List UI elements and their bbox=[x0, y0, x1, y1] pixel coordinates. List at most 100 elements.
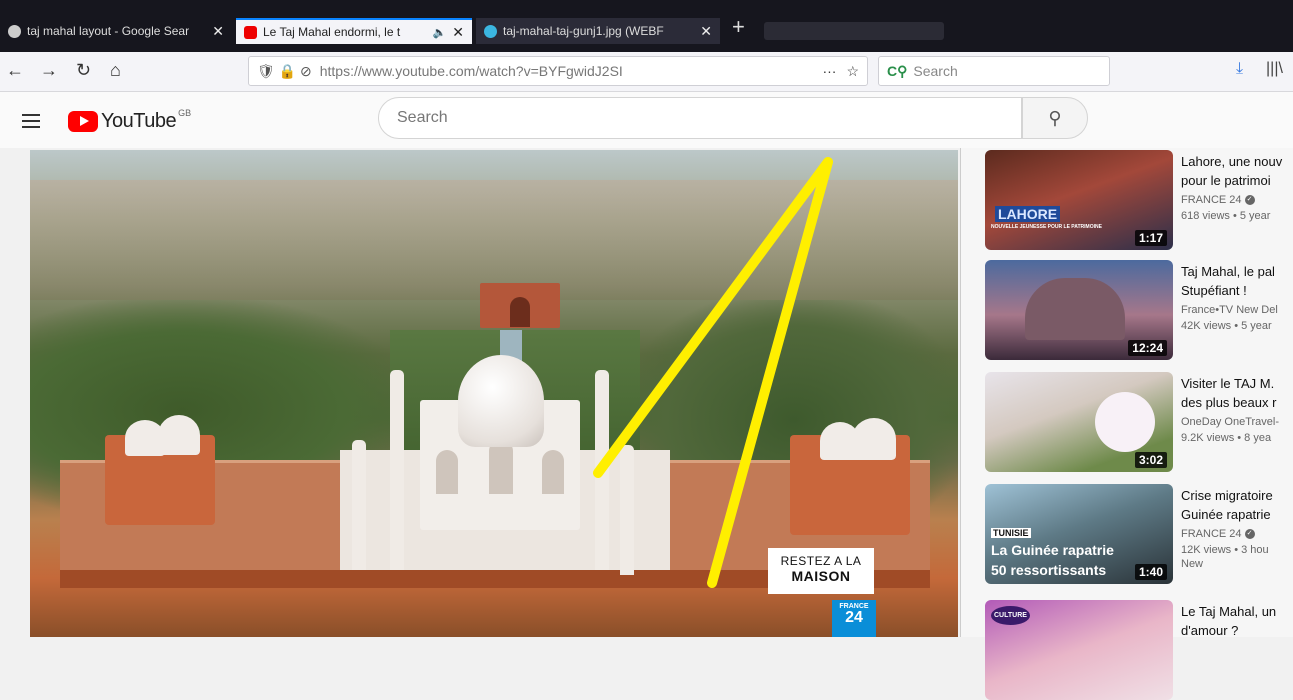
download-icon[interactable]: ⤓ bbox=[1236, 60, 1243, 78]
video-info: Taj Mahal, le pal Stupéfiant ! France•TV… bbox=[1181, 262, 1293, 332]
video-title[interactable]: Taj Mahal, le pal bbox=[1181, 262, 1293, 281]
url-bar[interactable]: 🛡 🔒 ⊘ https://www.youtube.com/watch?v=BY… bbox=[248, 56, 868, 86]
close-tab-icon[interactable]: ✕ bbox=[212, 23, 224, 40]
minaret bbox=[390, 370, 404, 570]
channel-name[interactable]: FRANCE 24 ✓ bbox=[1181, 194, 1293, 206]
thumbnail-title: La Guinée rapatrie bbox=[991, 542, 1114, 558]
tab-title: Le Taj Mahal endormi, le t bbox=[263, 25, 401, 39]
video-title-line2[interactable]: d'amour ? bbox=[1181, 621, 1293, 640]
back-icon[interactable]: ← bbox=[6, 60, 24, 81]
video-duration: 1:17 bbox=[1134, 230, 1167, 246]
taj-silhouette bbox=[1025, 278, 1125, 340]
video-duration: 12:24 bbox=[1128, 340, 1167, 356]
video-meta: 618 views • 5 year bbox=[1181, 210, 1271, 222]
video-duration: 1:40 bbox=[1134, 564, 1167, 580]
new-tab-button[interactable]: + bbox=[732, 14, 745, 40]
related-videos-sidebar: LAHORE NOUVELLE JEUNESSE POUR LE PATRIMO… bbox=[960, 148, 1293, 700]
video-thumbnail[interactable]: LAHORE NOUVELLE JEUNESSE POUR LE PATRIMO… bbox=[985, 150, 1173, 250]
related-video-card[interactable]: CULTURE Le Taj Mahal, un d'amour ? bbox=[985, 600, 1293, 700]
flower-shape bbox=[1095, 392, 1155, 452]
tab-youtube-active[interactable]: Le Taj Mahal endormi, le t 🔈 ✕ bbox=[236, 18, 472, 44]
channel-name[interactable]: France•TV New Del bbox=[1181, 304, 1293, 316]
library-icon[interactable]: |||\ bbox=[1266, 60, 1283, 78]
video-thumbnail[interactable]: TUNISIE La Guinée rapatrie 50 ressortiss… bbox=[985, 484, 1173, 584]
related-video-card[interactable]: 3:02 Visiter le TAJ M. des plus beaux r … bbox=[985, 372, 1293, 476]
verified-icon: ✓ bbox=[1244, 529, 1255, 540]
small-dome bbox=[852, 418, 896, 460]
search-icon: ⚲ bbox=[1048, 107, 1062, 128]
tab-title: taj-mahal-taj-gunj1.jpg (WEBF bbox=[503, 24, 664, 38]
close-tab-icon[interactable]: ✕ bbox=[452, 24, 464, 41]
youtube-search-input[interactable]: Search bbox=[378, 97, 1022, 139]
tab-image[interactable]: taj-mahal-taj-gunj1.jpg (WEBF ✕ bbox=[476, 18, 720, 44]
video-info: Lahore, une nouv pour le patrimoi FRANCE… bbox=[1181, 152, 1293, 222]
arch bbox=[489, 440, 513, 494]
video-info: Le Taj Mahal, un d'amour ? bbox=[1181, 602, 1293, 640]
related-video-card[interactable]: LAHORE NOUVELLE JEUNESSE POUR LE PATRIMO… bbox=[985, 150, 1293, 254]
tab-google-search[interactable]: taj mahal layout - Google Sear ✕ bbox=[0, 18, 232, 44]
url-text[interactable]: https://www.youtube.com/watch?v=BYFgwidJ… bbox=[320, 63, 813, 79]
video-thumbnail[interactable]: CULTURE bbox=[985, 600, 1173, 700]
bookmark-star-icon[interactable]: ☆ bbox=[846, 63, 859, 80]
video-title[interactable]: Crise migratoire bbox=[1181, 486, 1293, 505]
site-security-icon[interactable]: 🛡 🔒 ⊘ bbox=[257, 63, 312, 80]
browser-search-field[interactable]: C⚲ Search bbox=[878, 56, 1110, 86]
related-video-card[interactable]: 12:24 Taj Mahal, le pal Stupéfiant ! Fra… bbox=[985, 260, 1293, 364]
video-title[interactable]: Visiter le TAJ M. bbox=[1181, 374, 1293, 393]
video-title-line2[interactable]: Guinée rapatrie bbox=[1181, 505, 1293, 524]
country-code: GB bbox=[178, 107, 192, 118]
forward-icon[interactable]: → bbox=[40, 60, 58, 81]
france24-logo-number: 24 bbox=[845, 609, 863, 626]
youtube-play-icon bbox=[68, 111, 98, 132]
caption-line1: RESTEZ A LA bbox=[780, 554, 862, 568]
caption-line2: MAISON bbox=[791, 568, 851, 584]
video-title-line2[interactable]: pour le patrimoi bbox=[1181, 171, 1293, 190]
close-tab-icon[interactable]: ✕ bbox=[700, 23, 712, 40]
channel-name[interactable]: OneDay OneTravel- bbox=[1181, 416, 1293, 428]
speaker-icon[interactable]: 🔈 bbox=[433, 26, 447, 39]
video-title[interactable]: Lahore, une nouv bbox=[1181, 152, 1293, 171]
minaret bbox=[620, 445, 634, 575]
main-dome bbox=[458, 355, 544, 447]
city-background bbox=[30, 180, 958, 300]
video-meta: 9.2K views • 8 yea bbox=[1181, 432, 1272, 444]
minaret bbox=[595, 370, 609, 570]
stay-home-caption: RESTEZ A LA MAISON bbox=[768, 548, 874, 594]
video-title-line2[interactable]: Stupéfiant ! bbox=[1181, 281, 1293, 300]
france24-logo: FRANCE 24 bbox=[832, 600, 876, 637]
hamburger-menu-icon[interactable] bbox=[22, 114, 40, 128]
video-thumbnail[interactable]: 12:24 bbox=[985, 260, 1173, 360]
thumbnail-title: LAHORE bbox=[995, 206, 1061, 222]
tab-title: taj mahal layout - Google Sear bbox=[27, 24, 190, 38]
youtube-logo[interactable]: YouTube GB bbox=[68, 107, 192, 133]
image-favicon-icon bbox=[484, 24, 497, 38]
google-favicon-icon bbox=[8, 24, 21, 38]
verified-icon: ✓ bbox=[1244, 195, 1255, 206]
video-title-line2[interactable]: des plus beaux r bbox=[1181, 393, 1293, 412]
search-placeholder: Search bbox=[397, 109, 448, 126]
thumbnail-subtitle: NOUVELLE JEUNESSE POUR LE PATRIMOINE bbox=[991, 224, 1102, 230]
video-player[interactable]: RESTEZ A LA MAISON FRANCE 24 bbox=[30, 150, 958, 637]
minaret bbox=[352, 440, 366, 570]
channel-name[interactable]: FRANCE 24 ✓ bbox=[1181, 528, 1293, 540]
video-info: Crise migratoire Guinée rapatrie FRANCE … bbox=[1181, 486, 1293, 570]
video-thumbnail[interactable]: 3:02 bbox=[985, 372, 1173, 472]
page-actions-icon[interactable]: ··· bbox=[822, 63, 836, 79]
arch bbox=[542, 450, 564, 494]
arch bbox=[436, 450, 458, 494]
home-icon[interactable]: ⌂ bbox=[110, 60, 121, 81]
browser-tab-bar: taj mahal layout - Google Sear ✕ Le Taj … bbox=[0, 0, 1293, 52]
youtube-search-button[interactable]: ⚲ bbox=[1022, 97, 1088, 139]
great-gate bbox=[480, 283, 560, 328]
thumbnail-subtitle: 50 ressortissants bbox=[991, 562, 1107, 578]
culture-badge: CULTURE bbox=[991, 606, 1030, 625]
video-title[interactable]: Le Taj Mahal, un bbox=[1181, 602, 1293, 621]
search-engine-icon[interactable]: C⚲ bbox=[887, 63, 907, 80]
reload-icon[interactable]: ↻ bbox=[76, 60, 91, 81]
related-video-card[interactable]: TUNISIE La Guinée rapatrie 50 ressortiss… bbox=[985, 484, 1293, 588]
video-info: Visiter le TAJ M. des plus beaux r OneDa… bbox=[1181, 374, 1293, 444]
blurred-tab[interactable] bbox=[764, 22, 944, 40]
small-dome bbox=[158, 415, 200, 455]
new-badge: New bbox=[1181, 558, 1204, 570]
video-duration: 3:02 bbox=[1134, 452, 1167, 468]
